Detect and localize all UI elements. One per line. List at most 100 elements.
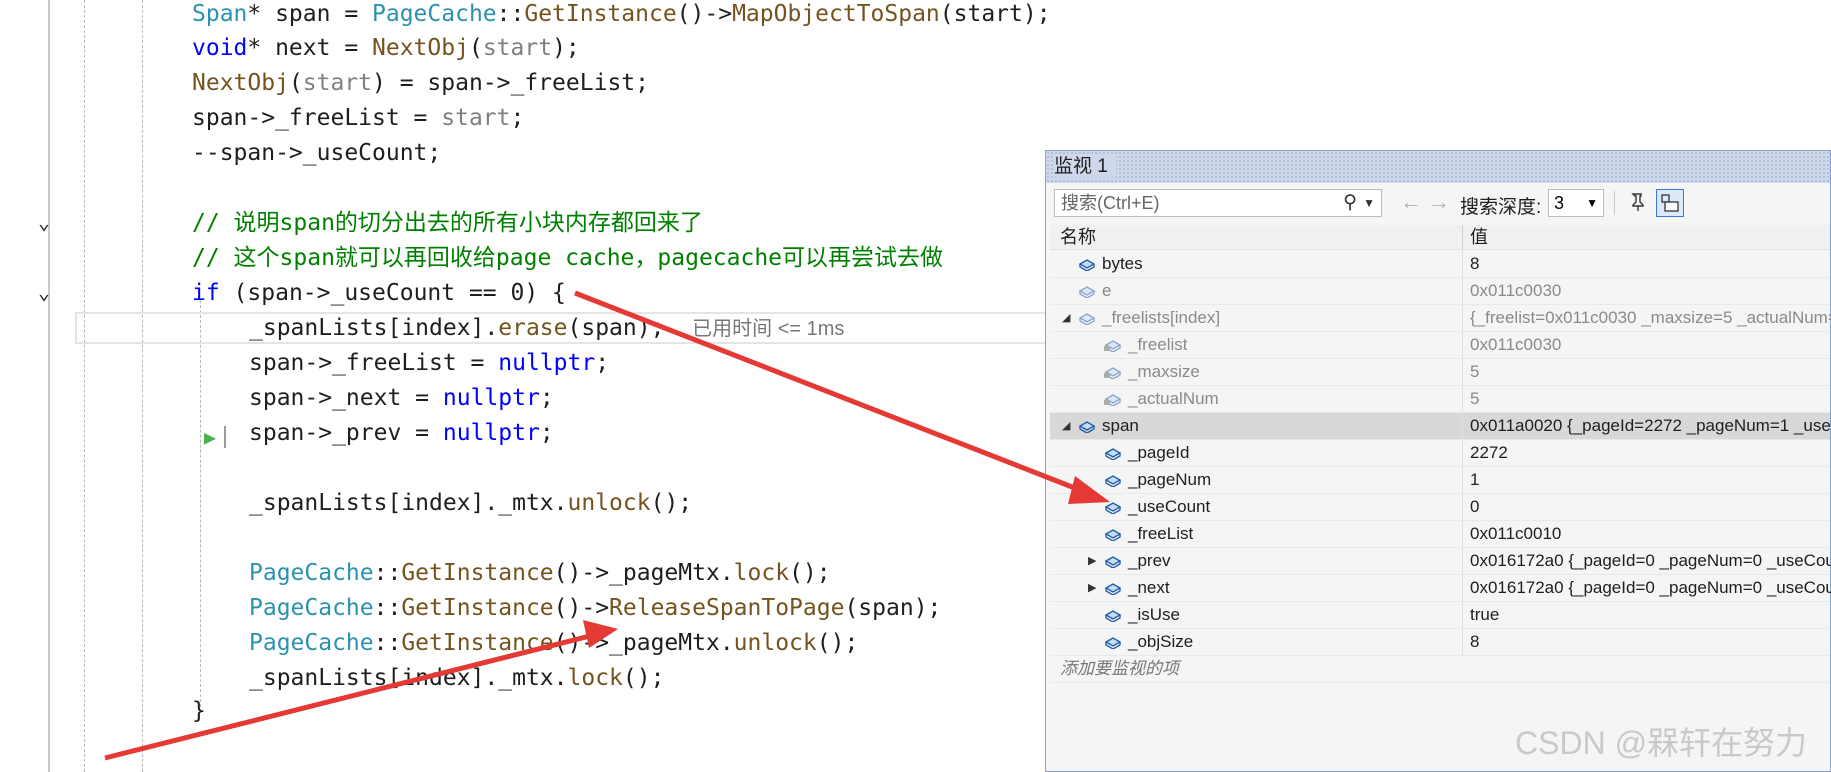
pin-icon-shape [1631,193,1644,211]
watch-row-value[interactable]: 8 [1470,629,1479,655]
code-token: start [302,70,373,96]
chevron-down-icon[interactable]: ▼ [1586,190,1598,216]
watch-row-isuse[interactable]: _isUse true [1050,602,1830,629]
code-comment-1: // 说明span的切分出去的所有小块内存都回来了 [192,207,703,239]
code-line-next: span->_next = nullptr; [249,382,554,414]
watch-row-pageid[interactable]: _pageId 2272 [1050,440,1830,467]
code-token: PageCache [249,630,374,656]
code-token: PageCache [372,1,497,27]
code-token: (span); [567,315,665,341]
watch-row-name: _next [1128,578,1170,597]
toolbar-separator [1614,191,1615,215]
code-token: (span); [844,595,942,621]
code-token: Span [192,1,248,27]
code-token: _spanLists[index]._mtx. [249,490,568,516]
watch-row-value[interactable]: 0x011a0020 {_pageId=2272 _pageNum=1 _use… [1470,413,1831,439]
watch-rows: bytes 8 e 0x011c0030 ◢ _freelists[index]… [1050,251,1831,683]
code-token: ReleaseSpanToPage [609,595,845,621]
watch-row-name: _pageId [1128,443,1190,462]
add-watch-item-placeholder[interactable]: 添加要监视的项 [1060,656,1179,682]
watch-row-value[interactable]: 0 [1470,494,1479,520]
indent-guide [200,300,201,712]
search-input[interactable]: 搜索(Ctrl+E) ⚲ ▼ [1054,189,1382,217]
fold-chevron-icon[interactable]: ⌄ [38,282,58,302]
code-token: MapObjectToSpan [732,1,940,27]
code-token: erase [498,315,568,341]
search-icon[interactable]: ⚲ [1343,190,1357,216]
watch-row-name: _useCount [1128,497,1211,516]
watch-add-item-row[interactable]: 添加要监视的项 [1050,656,1830,683]
watch-row-name: _prev [1128,551,1171,570]
watch-row-pagenum[interactable]: _pageNum 1 [1050,467,1830,494]
code-line-4: --span->_useCount; [192,137,441,169]
watch-row-value[interactable]: 0x011c0030 [1470,278,1561,304]
watch-row-usecount[interactable]: _useCount 0 [1050,494,1830,521]
code-token: GetInstance [401,595,554,621]
code-token: _spanLists[index]._mtx. [249,665,568,691]
search-depth-select[interactable]: 3 ▼ [1548,189,1604,217]
variable-icon [1078,286,1096,298]
forward-arrow-icon[interactable]: → [1428,191,1450,213]
column-divider [1462,575,1463,601]
watch-row-value[interactable]: 8 [1470,251,1479,277]
watch-row-freelists[interactable]: ◢ _freelists[index] {_freelist=0x011c003… [1050,305,1831,332]
watch-row-value[interactable]: 1 [1470,467,1479,493]
watch-row-value[interactable]: 5 [1470,386,1479,412]
code-token: unlock [733,630,817,656]
variable-icon [1078,313,1096,325]
back-arrow-icon[interactable]: ← [1400,191,1422,213]
fold-chevron-icon[interactable]: ⌄ [38,212,58,232]
watch-row-value[interactable]: 0x016172a0 {_pageId=0 _pageNum=0 _useCou… [1470,575,1831,601]
watch-row-actualnum[interactable]: _actualNum 5 [1050,386,1830,413]
member-icon [1104,475,1122,487]
watch-row-e[interactable]: e 0x011c0030 [1050,278,1830,305]
watch-row-prev[interactable]: ▶ _prev 0x016172a0 {_pageId=0 _pageNum=0… [1050,548,1831,575]
code-token: ; [539,420,554,446]
expand-triangle-icon[interactable]: ▶ [1088,575,1096,601]
code-token: (span->_useCount == [219,280,511,306]
watch-row-maxsize[interactable]: _maxsize 5 [1050,359,1830,386]
watch-row-objsize[interactable]: _objSize 8 [1050,629,1830,656]
column-value-header[interactable]: 值 [1470,225,1488,249]
code-token: --span->_useCount; [192,140,442,166]
run-to-cursor-bar [224,426,226,448]
code-token: ); [552,35,580,61]
member-icon [1104,448,1122,460]
watch-row-value[interactable]: 2272 [1470,440,1508,466]
watch-row-value[interactable]: true [1470,602,1499,628]
watch-row-name: bytes [1102,254,1143,273]
watch-row-value[interactable]: 0x011c0010 [1470,521,1561,547]
code-token: span->_freeList = [249,350,499,376]
watch-row-value[interactable]: 0x016172a0 {_pageId=0 _pageNum=0 _useCou… [1470,548,1831,574]
watch-row-value[interactable]: 5 [1470,359,1479,385]
member-icon [1104,583,1122,595]
code-token: unlock [567,490,651,516]
code-token: start [482,35,553,61]
watch-row-name: _maxsize [1128,362,1200,381]
watch-row-bytes[interactable]: bytes 8 [1050,251,1830,278]
collapse-triangle-icon[interactable]: ◢ [1062,305,1070,331]
column-divider[interactable] [1462,225,1463,249]
watch-row-next[interactable]: ▶ _next 0x016172a0 {_pageId=0 _pageNum=0… [1050,575,1831,602]
watch-row-value[interactable]: 0x011c0030 [1470,332,1561,358]
code-token: NextObj [192,70,289,96]
view-as-hex-icon[interactable] [1656,189,1684,217]
search-depth-label: 搜索深度: [1460,197,1542,218]
watch-row-span-freelist[interactable]: _freeList 0x011c0010 [1050,521,1830,548]
code-line-freelist: span->_freeList = nullptr; [249,347,609,379]
run-to-cursor-icon[interactable]: ▶ [204,425,216,449]
watch-title-bar[interactable]: 监视 1 [1046,151,1830,183]
column-name-header[interactable]: 名称 [1060,225,1096,249]
column-divider [1462,548,1463,574]
watch-row-name: _freeList [1128,524,1194,543]
code-token: span->_next = [249,385,443,411]
watch-window[interactable]: 监视 1 搜索(Ctrl+E) ⚲ ▼ ← → 搜索深度: 3 ▼ 名称 值 b… [1045,150,1831,772]
watch-row-span[interactable]: ◢ span 0x011a0020 {_pageId=2272 _pageNum… [1050,413,1831,440]
expand-triangle-icon[interactable]: ▶ [1088,548,1096,574]
code-line-prev: span->_prev = nullptr; [249,417,554,449]
watch-row-freelist-member[interactable]: _freelist 0x011c0030 [1050,332,1830,359]
watch-row-value[interactable]: {_freelist=0x011c0030 _maxsize=5 _actual… [1470,305,1831,331]
collapse-triangle-icon[interactable]: ◢ [1062,413,1070,439]
pin-icon[interactable] [1624,189,1652,217]
chevron-down-icon[interactable]: ▼ [1363,190,1375,216]
